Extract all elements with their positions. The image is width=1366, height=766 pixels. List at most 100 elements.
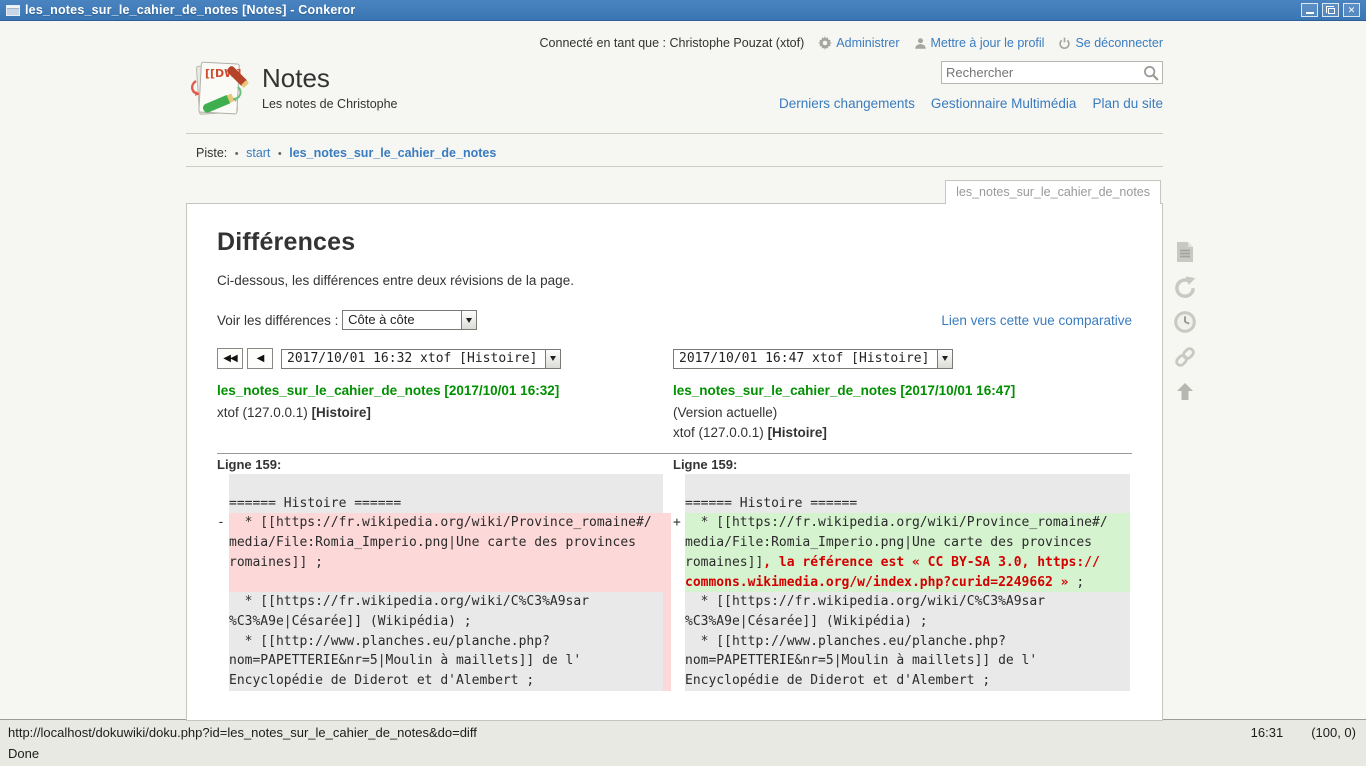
diff-line-text: nom=PAPETTERIE&nr=5|Moulin à maillets]] … (685, 651, 1130, 671)
previous-revision-button[interactable]: ◀ (247, 348, 273, 369)
diff-line-marker (673, 592, 685, 612)
diff-line-marker (217, 612, 229, 632)
diff-line-text (229, 573, 663, 593)
minimize-button[interactable] (1301, 3, 1318, 17)
page-tab[interactable]: les_notes_sur_le_cahier_de_notes (945, 180, 1161, 204)
diff-line: commons.wikimedia.org/w/index.php?curid=… (673, 573, 1130, 593)
diff-line: %C3%A9e|Césarée]] (Wikipédia) ; (217, 612, 663, 632)
old-line-header: Ligne 159: (217, 454, 663, 474)
diff-line-text: ====== Histoire ====== (229, 494, 663, 514)
diff-line-marker (673, 573, 685, 593)
header-divider (186, 133, 1163, 134)
status-scroll-position: (100, 0) (1311, 725, 1356, 740)
breadcrumb-separator: • (231, 148, 243, 160)
search-box (941, 61, 1163, 84)
status-clock: 16:31 (1251, 725, 1284, 740)
diff-line: Encyclopédie de Diderot et d'Alembert ; (217, 671, 663, 691)
select-arrow-icon (461, 311, 476, 329)
diff-line-marker (217, 651, 229, 671)
diff-line-marker (673, 474, 685, 494)
diff-line-text: * [[https://fr.wikipedia.org/wiki/C%C3%A… (685, 592, 1130, 612)
diff-line: * [[http://www.planches.eu/planche.php? (673, 632, 1130, 652)
diff-line-text: * [[https://fr.wikipedia.org/wiki/C%C3%A… (229, 592, 663, 612)
recent-changes-link[interactable]: Derniers changements (779, 96, 915, 111)
window-title: les_notes_sur_le_cahier_de_notes [Notes]… (25, 3, 1301, 17)
media-manager-link[interactable]: Gestionnaire Multimédia (931, 96, 1077, 111)
first-revision-button[interactable]: ◀◀ (217, 348, 243, 369)
breadcrumb-label: Piste: (196, 146, 227, 160)
diff-line: ====== Histoire ====== (217, 494, 663, 514)
diff-line-marker: - (217, 513, 229, 533)
update-profile-link[interactable]: Mettre à jour le profil (914, 36, 1045, 50)
old-revisions-clock-icon[interactable] (1172, 309, 1198, 335)
diff-line-text: %C3%A9e|Césarée]] (Wikipédia) ; (685, 612, 1130, 632)
breadcrumb-separator: • (274, 148, 286, 160)
diff-line (673, 474, 1130, 494)
new-revision-meta: xtof (127.0.0.1) [Histoire] (673, 425, 1130, 440)
select-arrow-icon (545, 350, 560, 368)
diff-line: * [[https://fr.wikipedia.org/wiki/C%C3%A… (673, 592, 1130, 612)
view-diff-label: Voir les différences : (217, 313, 338, 328)
dokuwiki-logo[interactable]: [[DW] (186, 59, 250, 121)
status-load-state: Done (8, 746, 39, 761)
old-revision-select[interactable]: 2017/10/01 16:32 xtof [Histoire] (281, 349, 561, 369)
diff-table: ====== Histoire ======- * [[https://fr.w… (217, 474, 1132, 691)
admin-link[interactable]: Administrer (818, 36, 899, 50)
old-history-label: [Histoire] (312, 405, 371, 420)
breadcrumb-start-link[interactable]: start (246, 146, 270, 160)
breadcrumb-current-link[interactable]: les_notes_sur_le_cahier_de_notes (289, 146, 496, 160)
back-to-top-icon[interactable] (1172, 379, 1198, 405)
new-history-label: [Histoire] (768, 425, 827, 440)
window-titlebar: les_notes_sur_le_cahier_de_notes [Notes]… (0, 0, 1366, 21)
diff-view-select[interactable]: Côte à côte (342, 310, 477, 330)
diff-old-column: ====== Histoire ======- * [[https://fr.w… (217, 474, 663, 691)
diff-line-text: * [[https://fr.wikipedia.org/wiki/Provin… (229, 513, 663, 533)
diff-line: %C3%A9e|Césarée]] (Wikipédia) ; (673, 612, 1130, 632)
user-icon (914, 37, 927, 50)
diff-line: nom=PAPETTERIE&nr=5|Moulin à maillets]] … (673, 651, 1130, 671)
new-revision-link[interactable]: les_notes_sur_le_cahier_de_notes [2017/1… (673, 383, 1130, 398)
sitemap-link[interactable]: Plan du site (1092, 96, 1163, 111)
diff-line: romaines]], la référence est « CC BY-SA … (673, 553, 1130, 573)
new-line-header: Ligne 159: (673, 454, 1130, 474)
diff-line-text (685, 474, 1130, 494)
site-header: [[DW] Notes Les notes de Christophe (186, 53, 1163, 127)
old-revision-link[interactable]: les_notes_sur_le_cahier_de_notes [2017/1… (217, 383, 663, 398)
diff-line-text: nom=PAPETTERIE&nr=5|Moulin à maillets]] … (229, 651, 663, 671)
diff-line: * [[http://www.planches.eu/planche.php? (217, 632, 663, 652)
diff-line-marker (673, 533, 685, 553)
search-icon[interactable] (1138, 64, 1162, 81)
show-source-icon[interactable] (1172, 239, 1198, 265)
backlinks-icon[interactable] (1172, 344, 1198, 370)
diff-line-marker (673, 651, 685, 671)
site-title[interactable]: Notes (262, 59, 398, 93)
diff-line-text: media/File:Romia_Imperio.png|Une carte d… (229, 533, 663, 553)
diff-line-marker (217, 592, 229, 612)
site-nav: Derniers changements Gestionnaire Multim… (779, 96, 1163, 111)
new-revision-select[interactable]: 2017/10/01 16:47 xtof [Histoire] (673, 349, 953, 369)
diff-line-marker (217, 533, 229, 553)
compare-view-link[interactable]: Lien vers cette vue comparative (941, 313, 1132, 328)
close-button[interactable]: ✕ (1343, 3, 1360, 17)
diff-line-text: * [[http://www.planches.eu/planche.php? (229, 632, 663, 652)
diff-line-text: commons.wikimedia.org/w/index.php?curid=… (685, 573, 1130, 593)
revert-icon[interactable] (1172, 274, 1198, 300)
diff-line (217, 474, 663, 494)
diff-line-marker (217, 632, 229, 652)
browser-viewport: Connecté en tant que : Christophe Pouzat… (0, 21, 1366, 719)
breadcrumb: Piste: • start • les_notes_sur_le_cahier… (186, 143, 1163, 167)
diff-line-text: romaines]], la référence est « CC BY-SA … (685, 553, 1130, 573)
diff-line-text: * [[https://fr.wikipedia.org/wiki/Provin… (685, 513, 1130, 533)
logout-link[interactable]: Se déconnecter (1058, 36, 1163, 50)
diff-line-marker (673, 553, 685, 573)
window-icon (6, 5, 20, 16)
restore-button[interactable] (1322, 3, 1339, 17)
diff-line-text (229, 474, 663, 494)
search-input[interactable] (942, 65, 1138, 80)
logged-in-as: Connecté en tant que : Christophe Pouzat… (540, 36, 805, 50)
diff-line-text: Encyclopédie de Diderot et d'Alembert ; (229, 671, 663, 691)
old-revision-meta: xtof (127.0.0.1) [Histoire] (217, 405, 663, 420)
diff-line-text: Encyclopédie de Diderot et d'Alembert ; (685, 671, 1130, 691)
diff-line-marker (217, 671, 229, 691)
diff-line-marker (217, 573, 229, 593)
